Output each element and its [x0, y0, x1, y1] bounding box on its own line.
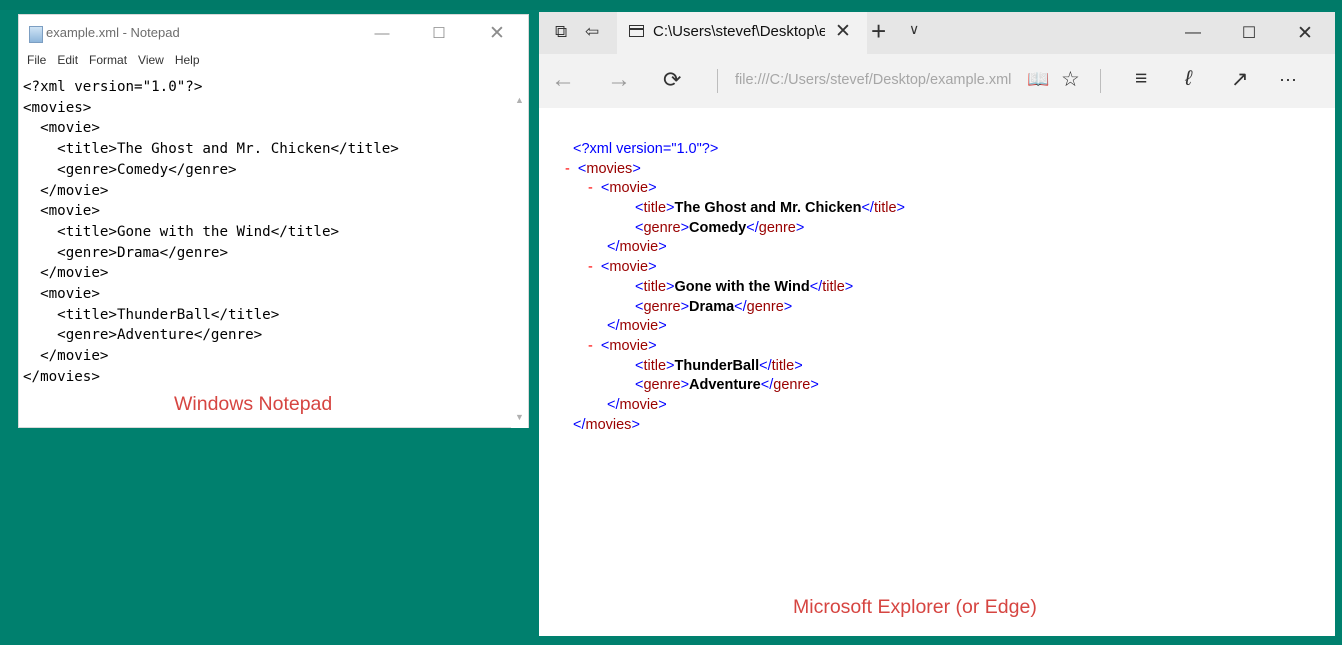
- back-icon[interactable]: ←: [551, 66, 575, 94]
- navigation-bar: ← → ⟳ file:///C:/Users/stevef/Desktop/ex…: [539, 54, 1335, 108]
- share-icon[interactable]: ↗: [1231, 67, 1249, 92]
- edge-window[interactable]: ⧉ ⇦ C:\Users\stevef\Desktop\example.xml …: [539, 12, 1335, 636]
- movie-genre: Comedy: [689, 219, 747, 236]
- set-aside-tabs-icon[interactable]: ⇦: [585, 22, 599, 42]
- tab-strip: ⧉ ⇦ C:\Users\stevef\Desktop\example.xml …: [539, 12, 1335, 54]
- tab-preview-icon[interactable]: ⧉: [555, 22, 567, 42]
- favorite-star-icon[interactable]: ☆: [1061, 67, 1080, 92]
- notepad-text-area[interactable]: <?xml version="1.0"?> <movies> <movie> <…: [23, 77, 399, 388]
- xml-declaration: <?xml version="1.0"?>: [573, 141, 719, 157]
- notepad-scrollbar[interactable]: ▲ ▼: [511, 79, 528, 428]
- desktop-top-edge: [0, 0, 1342, 10]
- chevron-down-icon[interactable]: ∨: [909, 21, 919, 38]
- scroll-down-icon[interactable]: ▼: [511, 412, 528, 422]
- menu-edit[interactable]: Edit: [52, 53, 84, 71]
- more-icon[interactable]: ⋯: [1279, 70, 1297, 91]
- tab-active[interactable]: C:\Users\stevef\Desktop\example.xml ✕: [617, 12, 867, 54]
- tab-title: C:\Users\stevef\Desktop\example.xml: [653, 23, 825, 40]
- movie-genre: Drama: [689, 298, 735, 315]
- menu-view[interactable]: View: [133, 53, 170, 71]
- edge-caption: Microsoft Explorer (or Edge): [793, 596, 1037, 618]
- notepad-title-bar[interactable]: example.xml - Notepad — ☐ ✕: [19, 15, 528, 51]
- forward-icon[interactable]: →: [607, 66, 631, 94]
- movie-title: The Ghost and Mr. Chicken: [674, 200, 862, 217]
- maximize-icon[interactable]: ☐: [416, 15, 462, 51]
- movie-genre: Adventure: [689, 377, 761, 394]
- close-icon[interactable]: ✕: [1275, 12, 1335, 54]
- tab-close-icon[interactable]: ✕: [835, 20, 851, 43]
- xml-tree-view: <?xml version="1.0"?> - <movies> - <movi…: [565, 141, 905, 433]
- reading-view-icon[interactable]: 📖: [1027, 69, 1049, 90]
- movie-title: Gone with the Wind: [674, 278, 810, 295]
- page-icon: [629, 25, 644, 37]
- maximize-icon[interactable]: ☐: [1219, 12, 1279, 54]
- refresh-icon[interactable]: ⟳: [663, 67, 681, 93]
- web-note-icon[interactable]: ℓ: [1185, 67, 1192, 91]
- notepad-window[interactable]: example.xml - Notepad — ☐ ✕ File Edit Fo…: [18, 14, 529, 428]
- notepad-window-title: example.xml - Notepad: [46, 25, 180, 40]
- divider: [1100, 69, 1101, 93]
- address-bar[interactable]: file:///C:/Users/stevef/Desktop/example.…: [735, 72, 1025, 88]
- close-icon[interactable]: ✕: [474, 15, 520, 51]
- divider: [717, 69, 718, 93]
- notepad-app-icon: [29, 26, 43, 43]
- hub-icon[interactable]: ≡: [1135, 67, 1147, 91]
- scroll-up-icon[interactable]: ▲: [511, 95, 528, 105]
- menu-format[interactable]: Format: [84, 53, 133, 71]
- notepad-caption: Windows Notepad: [174, 393, 333, 415]
- notepad-menu-bar: File Edit Format View Help: [19, 53, 206, 71]
- minimize-icon[interactable]: —: [1163, 12, 1223, 54]
- new-tab-icon[interactable]: +: [871, 16, 886, 47]
- menu-file[interactable]: File: [19, 53, 52, 71]
- minimize-icon[interactable]: —: [359, 15, 405, 51]
- menu-help[interactable]: Help: [170, 53, 206, 71]
- movie-title: ThunderBall: [674, 357, 760, 374]
